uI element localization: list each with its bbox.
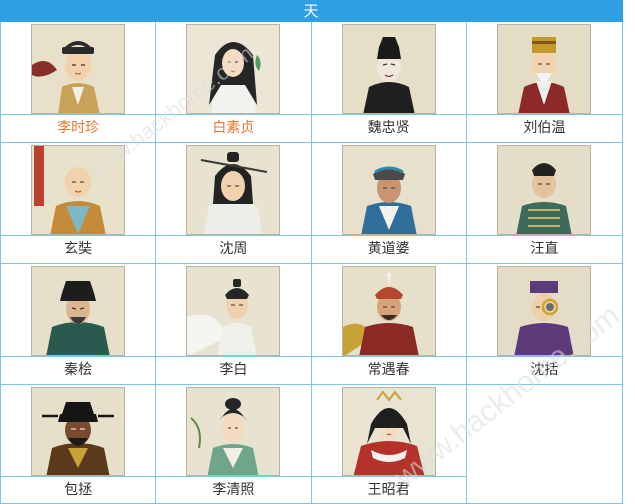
- character-cell[interactable]: 刘伯温: [466, 22, 623, 142]
- character-name: 包拯: [1, 475, 156, 503]
- character-cell[interactable]: 白素贞: [156, 22, 312, 142]
- empty-cell: [466, 385, 623, 503]
- grid-row: 秦桧 李白 常遇春 沈括: [1, 264, 623, 385]
- portrait-huang-daopo: [341, 145, 436, 236]
- portrait-li-bai: [186, 266, 281, 357]
- character-cell[interactable]: 汪直: [466, 143, 623, 263]
- character-name: 沈周: [156, 235, 311, 263]
- character-name: 黄道婆: [311, 235, 466, 263]
- character-name: 魏忠贤: [311, 114, 466, 142]
- grid-row: 包拯 李清照 王昭君: [1, 385, 623, 504]
- portrait-shen-zhou: [186, 145, 281, 236]
- character-cell[interactable]: 玄奘: [1, 143, 157, 263]
- character-name: 刘伯温: [466, 114, 622, 142]
- character-cell[interactable]: 沈括: [466, 264, 623, 384]
- character-name: 常遇春: [311, 356, 466, 384]
- character-name: 白素贞: [156, 114, 311, 142]
- portrait-qin-hui: [31, 266, 126, 357]
- character-name: 李清照: [156, 475, 311, 503]
- character-cell[interactable]: 常遇春: [311, 264, 467, 384]
- character-cell[interactable]: 黄道婆: [311, 143, 467, 263]
- character-name: 秦桧: [1, 356, 156, 384]
- character-name: 李白: [156, 356, 311, 384]
- character-cell[interactable]: 秦桧: [1, 264, 157, 384]
- character-cell[interactable]: 李时珍: [1, 22, 157, 142]
- character-name: 沈括: [466, 356, 622, 384]
- table-header: 天: [0, 0, 623, 22]
- character-cell[interactable]: 李白: [156, 264, 312, 384]
- character-name: 汪直: [466, 235, 622, 263]
- grid-row: 李时珍 白素贞 魏忠贤 刘伯温: [1, 22, 623, 143]
- portrait-shen-kuo: [497, 266, 592, 357]
- portrait-liu-bowen: [497, 24, 592, 115]
- portrait-bao-zheng: [31, 387, 126, 476]
- character-grid: 李时珍 白素贞 魏忠贤 刘伯温 玄奘 沈周 黄道婆 汪直 秦桧 李白 常遇春 沈…: [0, 22, 623, 504]
- portrait-wang-zhaojun: [341, 387, 436, 476]
- character-table: 天 李时珍 白素贞 魏忠贤 刘伯温 玄奘 沈周 黄道婆 汪直 秦桧 李白 常遇春…: [0, 0, 626, 504]
- character-name: 李时珍: [1, 114, 156, 142]
- portrait-li-qingzhao: [186, 387, 281, 476]
- character-cell[interactable]: 包拯: [1, 385, 157, 503]
- grid-row: 玄奘 沈周 黄道婆 汪直: [1, 143, 623, 264]
- character-cell[interactable]: 沈周: [156, 143, 312, 263]
- character-cell[interactable]: 李清照: [156, 385, 312, 503]
- portrait-li-shizhen: [31, 24, 126, 115]
- portrait-xuanzang: [31, 145, 126, 236]
- portrait-chang-yuchun: [341, 266, 436, 357]
- character-name: 玄奘: [1, 235, 156, 263]
- character-cell[interactable]: 王昭君: [311, 385, 467, 503]
- portrait-wei-zhongxian: [341, 24, 436, 115]
- character-cell[interactable]: 魏忠贤: [311, 22, 467, 142]
- portrait-bai-suzhen: [186, 24, 281, 115]
- portrait-wang-zhi: [497, 145, 592, 236]
- character-name: 王昭君: [311, 475, 466, 503]
